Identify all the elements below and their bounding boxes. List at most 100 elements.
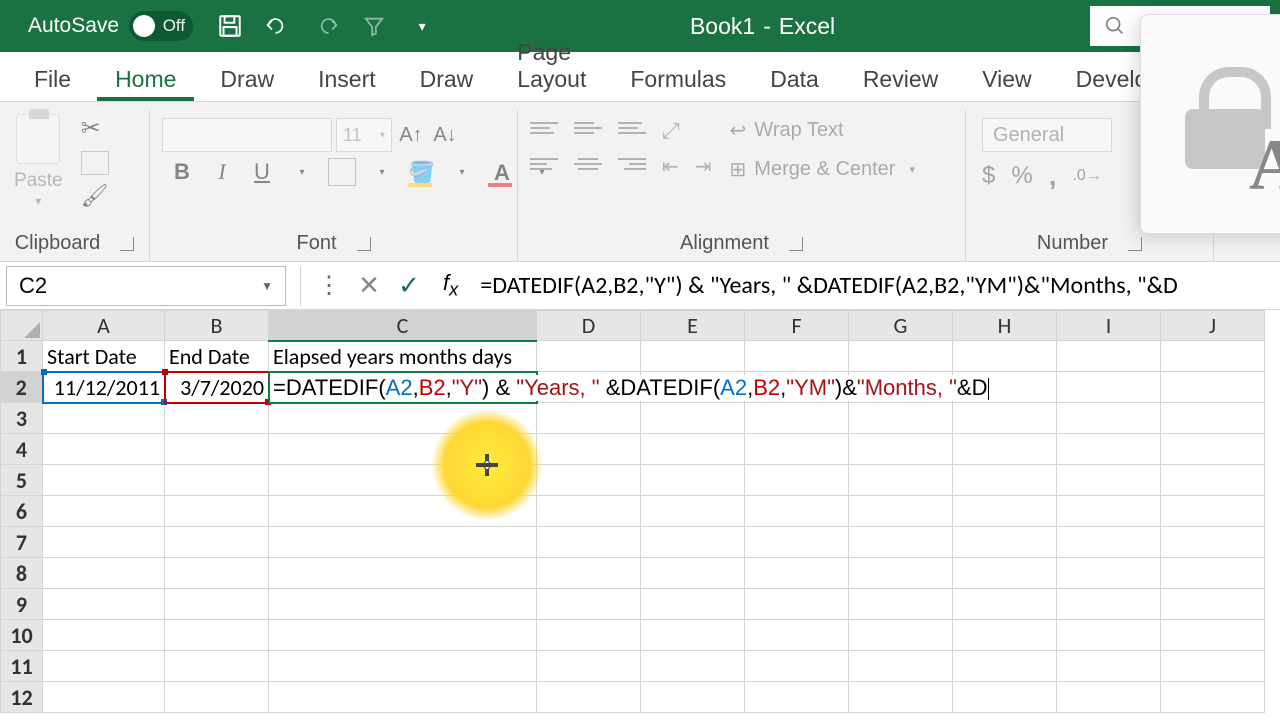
percent-icon[interactable]: % xyxy=(1011,162,1032,190)
tab-draw[interactable]: Draw xyxy=(202,56,292,101)
cell-A9[interactable] xyxy=(43,589,165,620)
cell-D10[interactable] xyxy=(537,620,641,651)
cell-J9[interactable] xyxy=(1161,589,1265,620)
clipboard-launcher-icon[interactable] xyxy=(120,237,134,251)
cell-E3[interactable] xyxy=(641,403,745,434)
underline-button[interactable]: U xyxy=(248,159,276,185)
cell-A8[interactable] xyxy=(43,558,165,589)
row-header-2[interactable]: 2 xyxy=(1,372,43,403)
column-header-J[interactable]: J xyxy=(1161,311,1265,341)
cell-I12[interactable] xyxy=(1057,682,1161,713)
cut-icon[interactable]: ✂ xyxy=(81,114,109,143)
cell-C11[interactable] xyxy=(269,651,537,682)
column-header-I[interactable]: I xyxy=(1057,311,1161,341)
cell-D7[interactable] xyxy=(537,527,641,558)
cell-I11[interactable] xyxy=(1057,651,1161,682)
column-header-A[interactable]: A xyxy=(43,311,165,341)
cell-H7[interactable] xyxy=(953,527,1057,558)
undo-icon[interactable] xyxy=(265,13,291,39)
cell-B10[interactable] xyxy=(165,620,269,651)
name-box-dropdown-icon[interactable]: ▼ xyxy=(261,279,273,293)
cancel-icon[interactable]: ✕ xyxy=(349,270,389,301)
row-header-9[interactable]: 9 xyxy=(1,589,43,620)
cell-D11[interactable] xyxy=(537,651,641,682)
cell-A1[interactable]: Start Date xyxy=(43,341,165,372)
cell-E6[interactable] xyxy=(641,496,745,527)
cell-G6[interactable] xyxy=(849,496,953,527)
cell-B9[interactable] xyxy=(165,589,269,620)
increase-indent-icon[interactable]: ⇥ xyxy=(695,154,712,179)
cell-H4[interactable] xyxy=(953,434,1057,465)
cell-G8[interactable] xyxy=(849,558,953,589)
cell-B4[interactable] xyxy=(165,434,269,465)
cell-C10[interactable] xyxy=(269,620,537,651)
cell-B3[interactable] xyxy=(165,403,269,434)
fill-color-icon[interactable]: 🪣 xyxy=(408,160,436,184)
cell-J6[interactable] xyxy=(1161,496,1265,527)
cell-C7[interactable] xyxy=(269,527,537,558)
cell-C8[interactable] xyxy=(269,558,537,589)
number-format-dropdown[interactable]: General xyxy=(982,118,1112,152)
font-launcher-icon[interactable] xyxy=(357,237,371,251)
cell-B12[interactable] xyxy=(165,682,269,713)
worksheet-grid[interactable]: ABCDEFGHIJ1Start DateEnd DateElapsed yea… xyxy=(0,310,1280,713)
wrap-text-button[interactable]: ↩Wrap Text xyxy=(730,118,915,143)
align-left-icon[interactable] xyxy=(530,154,558,174)
cell-B1[interactable]: End Date xyxy=(165,341,269,372)
enter-icon[interactable]: ✓ xyxy=(389,270,429,301)
orientation-icon[interactable]: ⤢ xyxy=(662,118,680,144)
cell-J1[interactable] xyxy=(1161,341,1265,372)
cell-B5[interactable] xyxy=(165,465,269,496)
cell-F4[interactable] xyxy=(745,434,849,465)
row-header-3[interactable]: 3 xyxy=(1,403,43,434)
font-name-dropdown[interactable] xyxy=(162,118,332,152)
row-header-5[interactable]: 5 xyxy=(1,465,43,496)
column-header-F[interactable]: F xyxy=(745,311,849,341)
cell-G11[interactable] xyxy=(849,651,953,682)
column-header-B[interactable]: B xyxy=(165,311,269,341)
row-header-10[interactable]: 10 xyxy=(1,620,43,651)
cell-F11[interactable] xyxy=(745,651,849,682)
format-painter-icon[interactable]: 🖌 xyxy=(81,183,109,209)
cell-E11[interactable] xyxy=(641,651,745,682)
cell-G12[interactable] xyxy=(849,682,953,713)
tab-formulas[interactable]: Formulas xyxy=(612,56,744,101)
italic-button[interactable]: I xyxy=(208,159,236,185)
cell-J10[interactable] xyxy=(1161,620,1265,651)
cell-B6[interactable] xyxy=(165,496,269,527)
cell-H10[interactable] xyxy=(953,620,1057,651)
cell-I1[interactable] xyxy=(1057,341,1161,372)
cell-E12[interactable] xyxy=(641,682,745,713)
cell-B7[interactable] xyxy=(165,527,269,558)
increase-font-icon[interactable]: A↑ xyxy=(396,118,426,152)
cell-G10[interactable] xyxy=(849,620,953,651)
cell-F3[interactable] xyxy=(745,403,849,434)
copy-icon[interactable] xyxy=(81,151,109,175)
cell-C5[interactable] xyxy=(269,465,537,496)
align-middle-icon[interactable] xyxy=(574,118,602,138)
cell-H6[interactable] xyxy=(953,496,1057,527)
cell-J8[interactable] xyxy=(1161,558,1265,589)
row-header-12[interactable]: 12 xyxy=(1,682,43,713)
row-header-11[interactable]: 11 xyxy=(1,651,43,682)
underline-dropdown-icon[interactable]: ▾ xyxy=(288,167,316,178)
tab-view[interactable]: View xyxy=(964,56,1049,101)
column-header-D[interactable]: D xyxy=(537,311,641,341)
currency-icon[interactable]: $ xyxy=(982,162,995,190)
cell-J7[interactable] xyxy=(1161,527,1265,558)
fx-icon[interactable]: fx xyxy=(443,270,458,300)
row-header-6[interactable]: 6 xyxy=(1,496,43,527)
cell-A6[interactable] xyxy=(43,496,165,527)
cell-A2[interactable]: 11/12/2011 xyxy=(43,372,165,403)
row-header-4[interactable]: 4 xyxy=(1,434,43,465)
row-header-1[interactable]: 1 xyxy=(1,341,43,372)
cell-B2[interactable]: 3/7/2020 xyxy=(165,372,269,403)
alignment-launcher-icon[interactable] xyxy=(789,237,803,251)
tab-insert[interactable]: Insert xyxy=(300,56,394,101)
paste-button[interactable]: Paste ▾ xyxy=(8,114,69,208)
cell-C4[interactable] xyxy=(269,434,537,465)
cell-I2[interactable] xyxy=(1057,372,1161,403)
qat-dropdown-icon[interactable]: ▾ xyxy=(409,13,435,39)
save-icon[interactable] xyxy=(217,13,243,39)
tab-review[interactable]: Review xyxy=(845,56,956,101)
